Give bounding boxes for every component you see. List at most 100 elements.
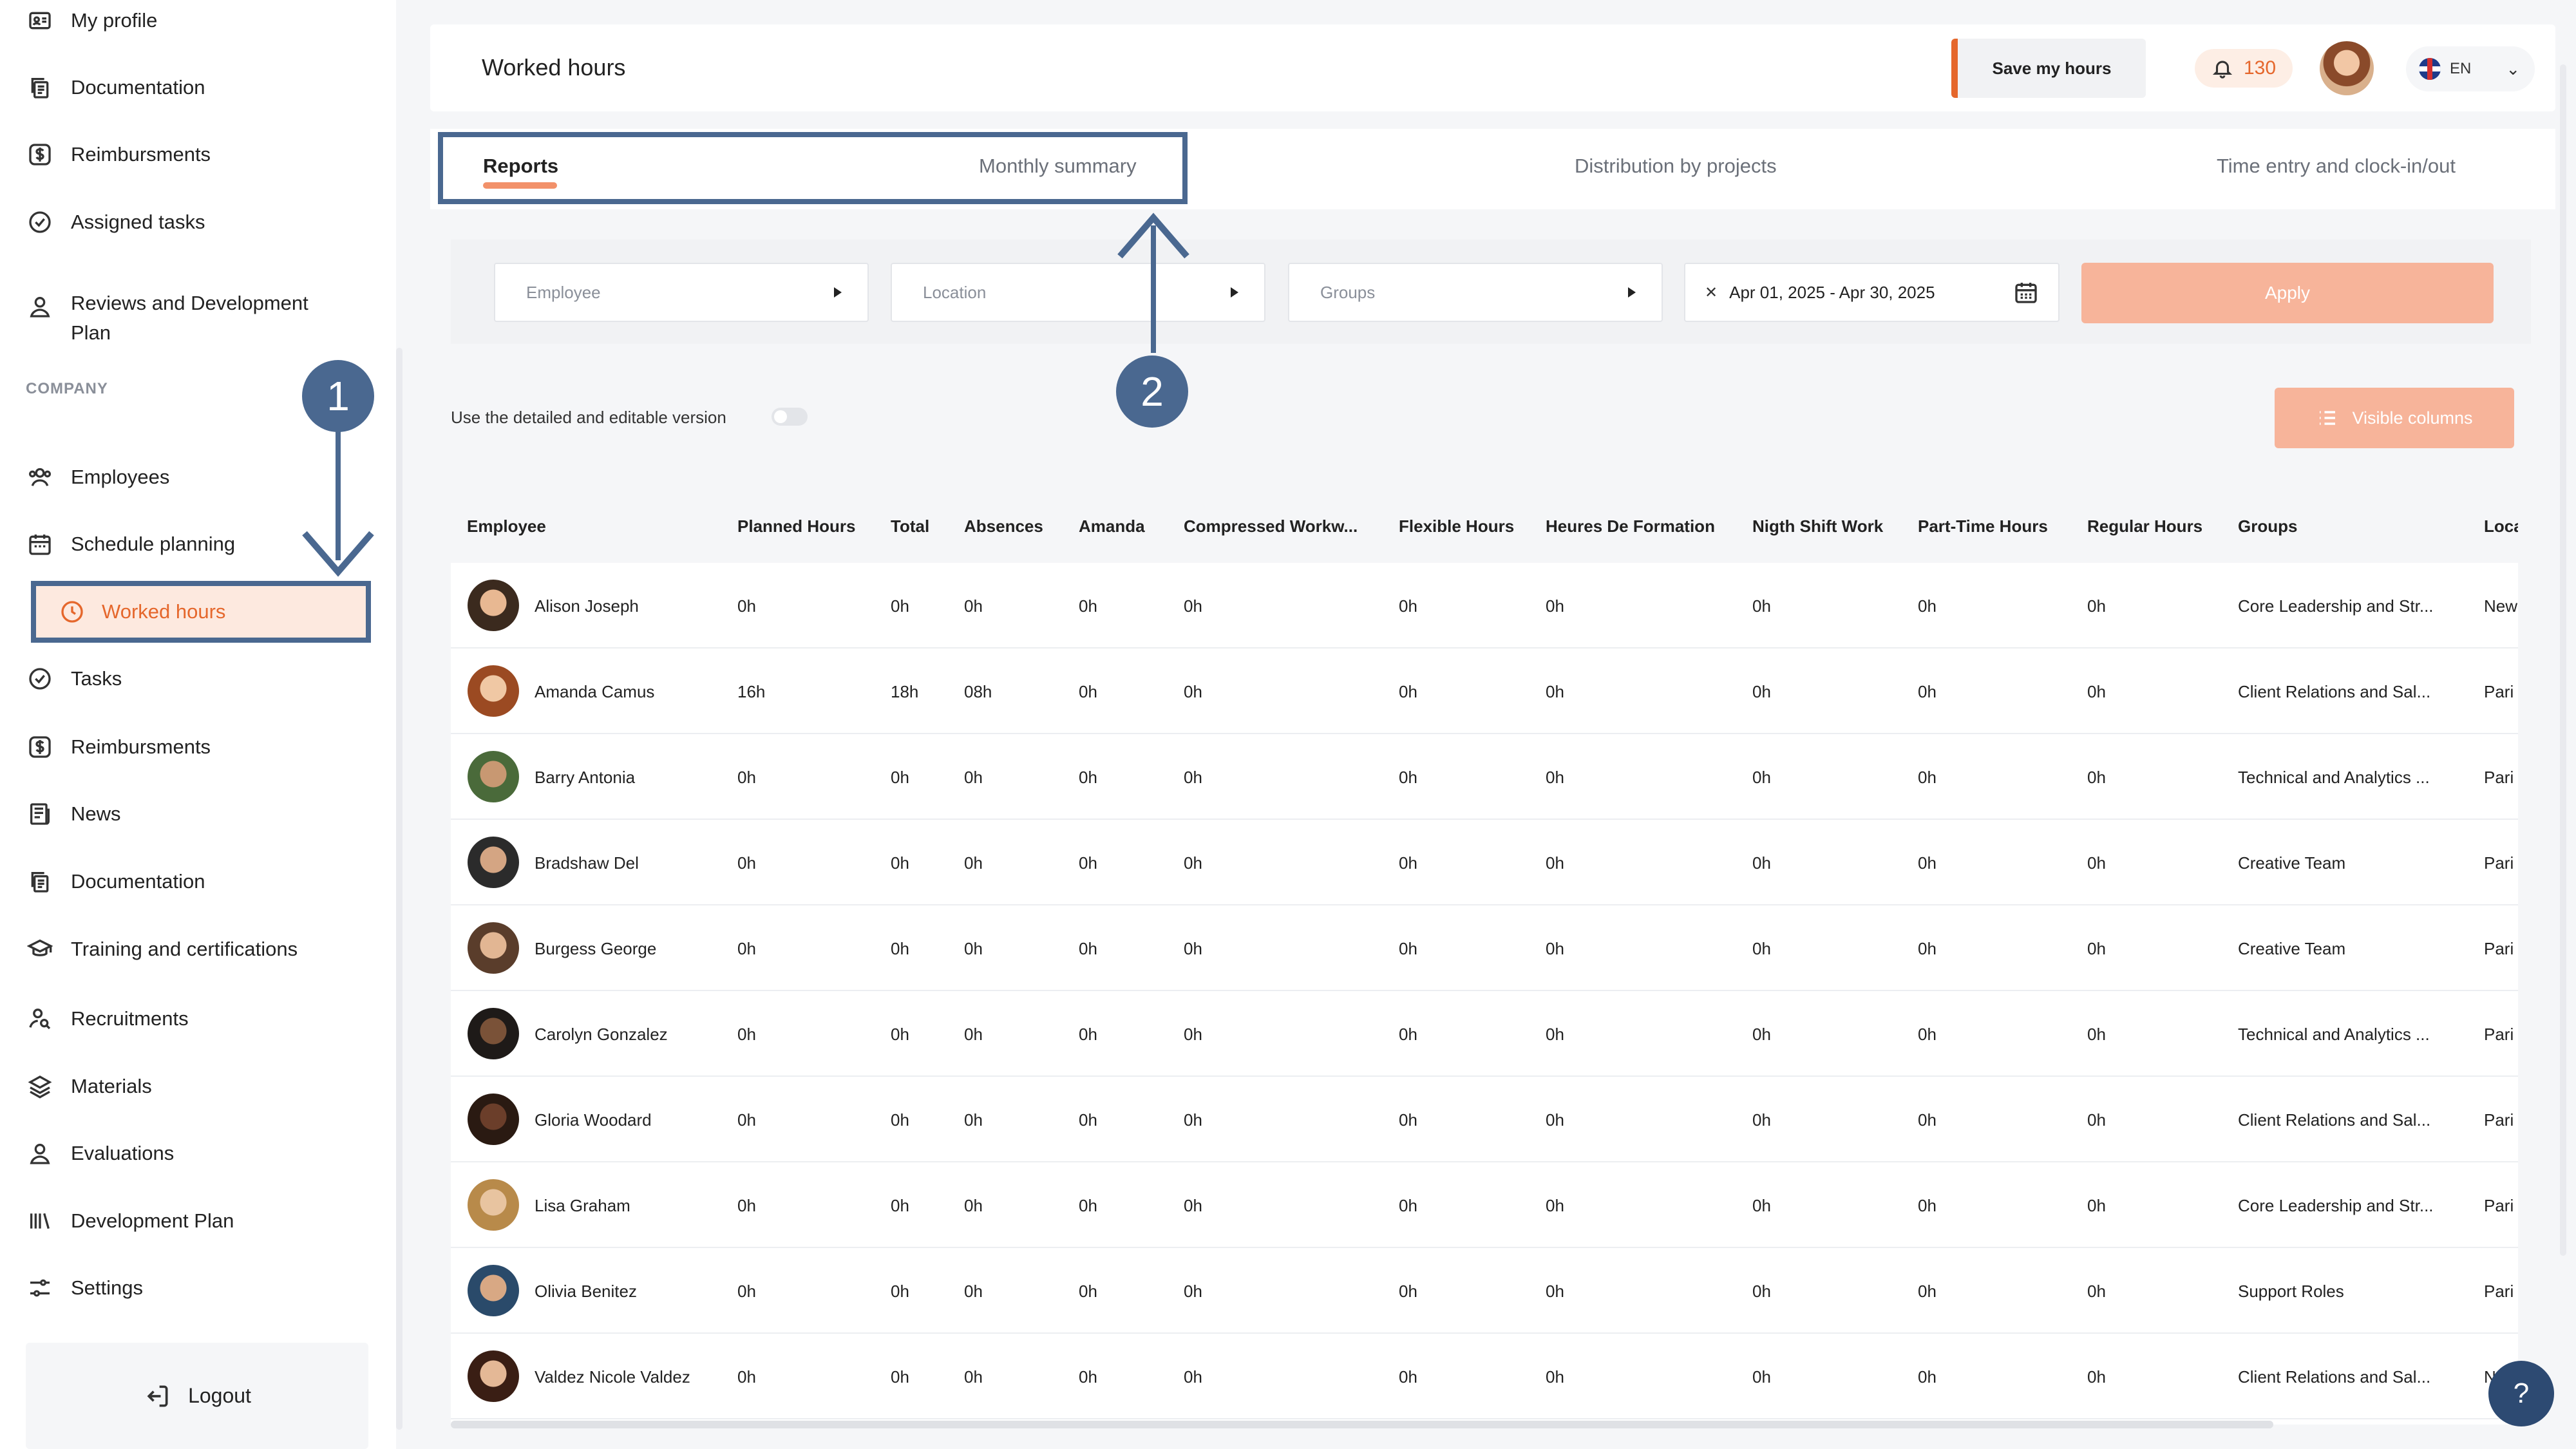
table-row[interactable]: Amanda Camus 16h 18h 08h 0h 0h 0h 0h 0h 0h 0h Clien… bbox=[451, 649, 2518, 734]
employee-avatar bbox=[468, 751, 519, 802]
visible-columns-button[interactable]: Visible columns bbox=[2275, 388, 2514, 448]
column-header[interactable]: Amanda bbox=[1079, 516, 1145, 536]
group-cell: Technical and Analytics ... bbox=[2238, 1025, 2430, 1044]
column-header[interactable]: Nigth Shift Work bbox=[1752, 516, 1883, 536]
column-header[interactable]: Compressed Workw... bbox=[1184, 516, 1358, 536]
user-avatar[interactable] bbox=[2320, 41, 2374, 95]
table-row[interactable]: Bradshaw Del 0h 0h 0h 0h 0h 0h 0h 0h 0h 0h Creative… bbox=[451, 820, 2518, 905]
table-row[interactable]: Burgess George 0h 0h 0h 0h 0h 0h 0h 0h 0h 0h Creati… bbox=[451, 905, 2518, 991]
notifications-button[interactable]: 130 bbox=[2195, 49, 2293, 88]
sidebar-item-settings[interactable]: Settings bbox=[26, 1274, 143, 1302]
column-header[interactable]: Absences bbox=[964, 516, 1043, 536]
hours-cell: 0h bbox=[737, 768, 756, 787]
hours-cell: 0h bbox=[737, 596, 756, 616]
worked-hours-table: Employee Planned Hours Total Absences Amanda… bbox=[451, 489, 2518, 1425]
table-row[interactable]: Barry Antonia 0h 0h 0h 0h 0h 0h 0h 0h 0h 0h Technic… bbox=[451, 734, 2518, 820]
hours-cell: 0h bbox=[891, 596, 909, 616]
user-search-icon bbox=[29, 1009, 51, 1030]
sidebar-item-reimbursments[interactable]: Reimbursments bbox=[26, 140, 211, 169]
sidebar-item-label: Training and certifications bbox=[71, 938, 298, 960]
employee-name[interactable]: Carolyn Gonzalez bbox=[535, 1025, 668, 1045]
column-header[interactable]: Heures De Formation bbox=[1546, 516, 1715, 536]
table-horizontal-scrollbar[interactable] bbox=[451, 1421, 2273, 1428]
sidebar-item-materials[interactable]: Materials bbox=[26, 1072, 152, 1101]
dollar-icon bbox=[29, 736, 51, 758]
profile-card-icon bbox=[29, 12, 51, 30]
employee-name[interactable]: Bradshaw Del bbox=[535, 853, 639, 873]
groups-filter[interactable]: Groups bbox=[1288, 263, 1663, 322]
sidebar-item-tasks[interactable]: Tasks bbox=[26, 665, 122, 693]
tab-distribution-by-projects[interactable]: Distribution by projects bbox=[1575, 155, 1777, 178]
help-button[interactable]: ? bbox=[2488, 1361, 2554, 1426]
logout-icon bbox=[147, 1385, 168, 1406]
sidebar-item-my-profile[interactable]: My profile bbox=[26, 6, 157, 35]
language-selector[interactable]: EN ⌄ bbox=[2406, 46, 2535, 91]
table-row[interactable]: Olivia Benitez 0h 0h 0h 0h 0h 0h 0h 0h 0h 0h Suppor… bbox=[451, 1248, 2518, 1334]
table-row[interactable]: Alison Joseph 0h 0h 0h 0h 0h 0h 0h 0h 0h 0h Core Le… bbox=[451, 563, 2518, 649]
sidebar-item-training-and-certifications[interactable]: Training and certifications bbox=[26, 935, 298, 963]
employee-name[interactable]: Olivia Benitez bbox=[535, 1282, 637, 1302]
employee-avatar bbox=[468, 580, 519, 631]
hours-cell: 0h bbox=[964, 1196, 983, 1215]
logout-button[interactable]: Logout bbox=[26, 1343, 368, 1449]
sidebar-item-schedule-planning[interactable]: Schedule planning bbox=[26, 530, 235, 558]
employee-name[interactable]: Valdez Nicole Valdez bbox=[535, 1367, 690, 1387]
sidebar-item-assigned-tasks[interactable]: Assigned tasks bbox=[26, 208, 205, 236]
sidebar-item-documentation[interactable]: Documentation bbox=[26, 73, 205, 102]
employee-name[interactable]: Amanda Camus bbox=[535, 682, 654, 702]
tab-time-entry-clock[interactable]: Time entry and clock-in/out bbox=[2217, 155, 2456, 178]
detailed-version-toggle[interactable] bbox=[772, 408, 808, 426]
location-filter[interactable]: Location bbox=[891, 263, 1265, 322]
column-header[interactable]: Planned Hours bbox=[737, 516, 855, 536]
hours-cell: 0h bbox=[964, 1282, 983, 1301]
hours-cell: 0h bbox=[1399, 1110, 1417, 1130]
column-header[interactable]: Employee bbox=[467, 516, 546, 536]
employee-name[interactable]: Barry Antonia bbox=[535, 768, 635, 788]
column-header[interactable]: Regular Hours bbox=[2087, 516, 2202, 536]
calendar-icon[interactable] bbox=[2013, 279, 2039, 305]
save-my-hours-button[interactable]: Save my hours bbox=[1951, 39, 2146, 98]
sidebar-item-label: Materials bbox=[71, 1075, 152, 1097]
sidebar-item-recruitments[interactable]: Recruitments bbox=[26, 1005, 189, 1033]
hours-cell: 0h bbox=[1079, 596, 1097, 616]
hours-cell: 0h bbox=[1079, 939, 1097, 958]
sidebar-item-reimbursments[interactable]: Reimbursments bbox=[26, 733, 211, 761]
hours-cell: 0h bbox=[1546, 768, 1564, 787]
page-scrollbar[interactable] bbox=[2560, 64, 2566, 1256]
sidebar-item-evaluations[interactable]: Evaluations bbox=[26, 1139, 174, 1168]
location-cell: New bbox=[2484, 596, 2518, 616]
employee-name[interactable]: Alison Joseph bbox=[535, 596, 639, 616]
arrow-down-head-icon bbox=[302, 531, 374, 577]
sidebar-item-worked-hours[interactable]: Worked hours bbox=[31, 581, 371, 643]
employee-name[interactable]: Gloria Woodard bbox=[535, 1110, 652, 1130]
column-header[interactable]: Loca bbox=[2484, 516, 2518, 536]
hours-cell: 0h bbox=[1752, 1025, 1771, 1044]
column-header[interactable]: Part-Time Hours bbox=[1918, 516, 2048, 536]
employee-name[interactable]: Lisa Graham bbox=[535, 1196, 630, 1216]
column-header[interactable]: Flexible Hours bbox=[1399, 516, 1514, 536]
table-row[interactable]: Valdez Nicole Valdez 0h 0h 0h 0h 0h 0h 0h 0h 0h 0h… bbox=[451, 1334, 2518, 1419]
language-label: EN bbox=[2450, 60, 2472, 77]
column-header[interactable]: Groups bbox=[2238, 516, 2297, 536]
employee-name[interactable]: Burgess George bbox=[535, 939, 656, 959]
sidebar-item-development-plan[interactable]: Development Plan bbox=[26, 1207, 234, 1235]
table-header: Employee Planned Hours Total Absences Amanda… bbox=[451, 489, 2518, 563]
sidebar-scrollbar[interactable] bbox=[396, 348, 402, 1430]
apply-button[interactable]: Apply bbox=[2081, 263, 2494, 323]
table-row[interactable]: Gloria Woodard 0h 0h 0h 0h 0h 0h 0h 0h 0h 0h Client… bbox=[451, 1077, 2518, 1162]
table-row[interactable]: Lisa Graham 0h 0h 0h 0h 0h 0h 0h 0h 0h 0h Core Lead… bbox=[451, 1162, 2518, 1248]
date-range-filter[interactable]: ✕ Apr 01, 2025 - Apr 30, 2025 bbox=[1684, 263, 2060, 322]
logout-label: Logout bbox=[188, 1384, 251, 1407]
hours-cell: 0h bbox=[1399, 1196, 1417, 1215]
column-header[interactable]: Total bbox=[891, 516, 929, 536]
hours-cell: 0h bbox=[1546, 1110, 1564, 1130]
employee-filter[interactable]: Employee bbox=[494, 263, 869, 322]
sidebar-item-employees[interactable]: Employees bbox=[26, 463, 169, 491]
sidebar-item-reviews-and-development-plan[interactable]: Reviews and Development Plan bbox=[26, 289, 341, 348]
sidebar-item-documentation[interactable]: Documentation bbox=[26, 867, 205, 896]
sidebar-item-news[interactable]: News bbox=[26, 800, 121, 828]
clear-date-icon[interactable]: ✕ bbox=[1705, 283, 1718, 302]
employee-avatar bbox=[468, 1179, 519, 1231]
table-row[interactable]: Carolyn Gonzalez 0h 0h 0h 0h 0h 0h 0h 0h 0h 0h Tech… bbox=[451, 991, 2518, 1077]
hours-cell: 0h bbox=[1079, 1110, 1097, 1130]
